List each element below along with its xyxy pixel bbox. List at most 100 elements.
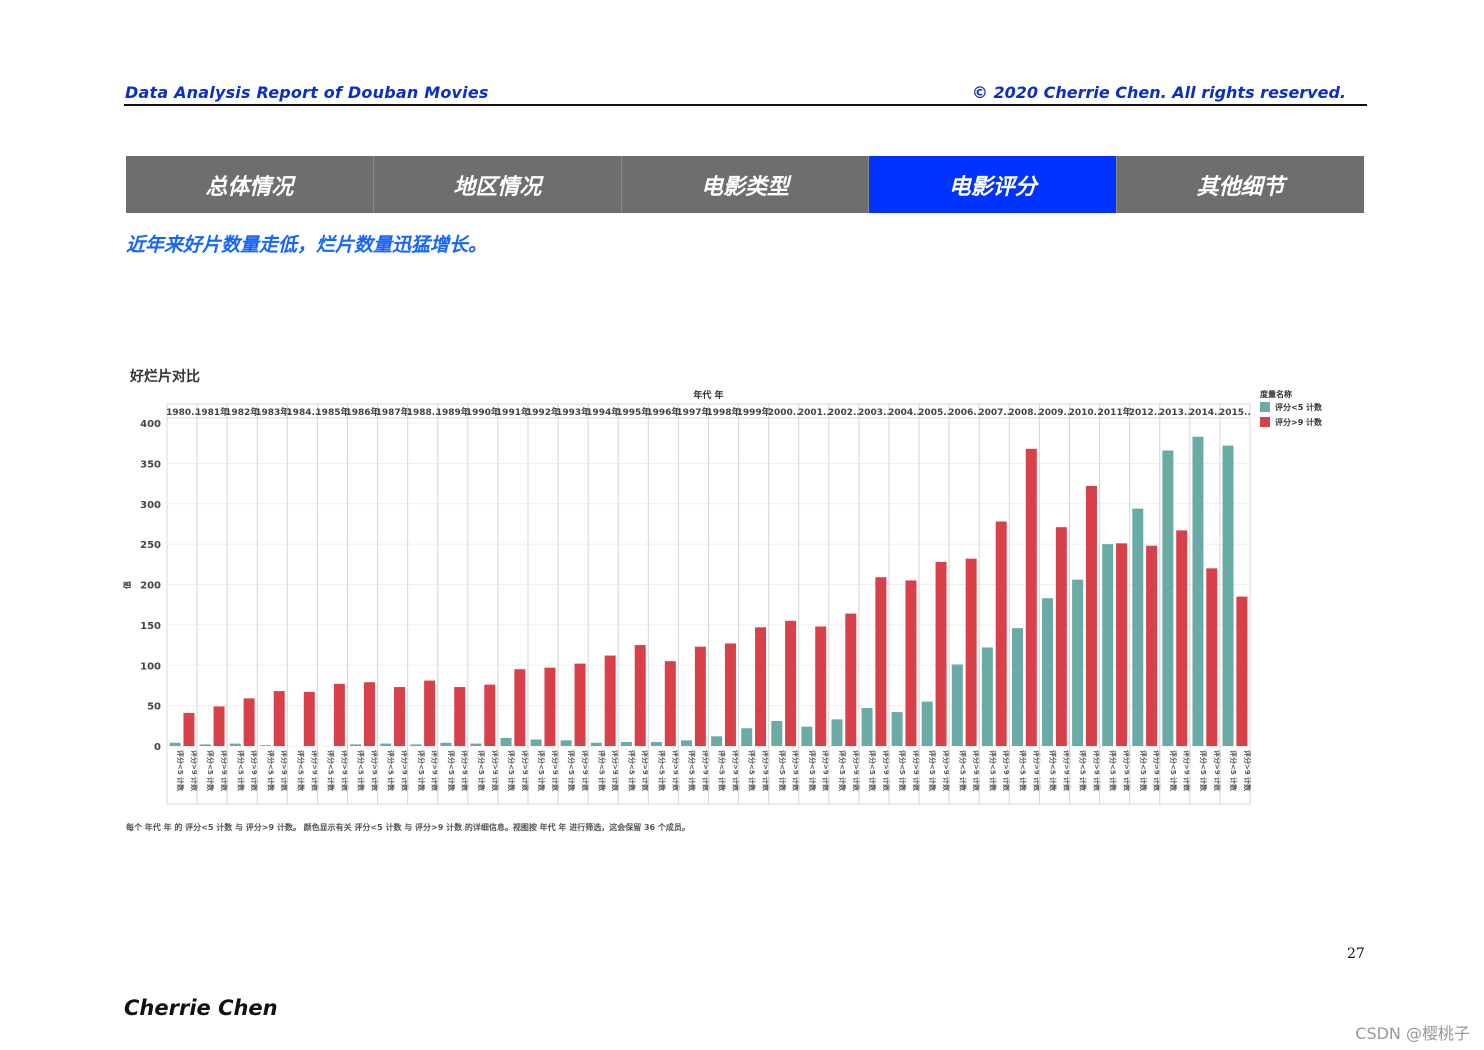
category-label: 1985年: [315, 406, 349, 418]
sub-category-label: 评分<5 计数: [357, 750, 366, 792]
sub-category-label: 评分>9 计数: [310, 750, 319, 792]
bar-low-rating: [410, 744, 422, 746]
bar-low-rating: [921, 701, 933, 746]
bar-high-rating: [724, 643, 736, 746]
y-tick-label: 100: [140, 661, 161, 672]
bar-low-rating: [440, 742, 452, 746]
bar-high-rating: [1116, 543, 1128, 746]
sub-category-label: 评分<5 计数: [567, 750, 576, 792]
sub-category-label: 评分<5 计数: [477, 750, 486, 792]
sub-category-label: 评分<5 计数: [778, 750, 787, 792]
sub-category-label: 评分>9 计数: [611, 750, 620, 792]
bar-low-rating: [229, 743, 241, 746]
sub-category-label: 评分>9 计数: [340, 750, 349, 792]
bar-high-rating: [243, 698, 255, 746]
headline: 近年来好片数量走低，烂片数量迅猛增长。: [126, 234, 488, 256]
sub-category-label: 评分<5 计数: [718, 750, 727, 792]
sub-category-label: 评分>9 计数: [250, 750, 259, 792]
tab-overview[interactable]: 总体情况: [126, 156, 374, 213]
sub-category-label: 评分<5 计数: [176, 750, 185, 792]
sub-category-label: 评分<5 计数: [1139, 750, 1148, 792]
bar-high-rating: [183, 712, 195, 746]
tab-genre[interactable]: 电影类型: [621, 156, 870, 213]
sub-category-label: 评分>9 计数: [1213, 750, 1222, 792]
sub-category-label: 评分>9 计数: [822, 750, 831, 792]
bar-low-rating: [199, 744, 211, 746]
bar-low-rating: [801, 726, 813, 746]
copyright-notice: © 2020 Cherrie Chen. All rights reserved…: [971, 83, 1346, 102]
sub-category-label: 评分>9 计数: [431, 750, 440, 792]
bar-high-rating: [273, 691, 285, 746]
bar-low-rating: [951, 664, 963, 746]
bar-high-rating: [1025, 448, 1037, 746]
chart-title: 好烂片对比: [130, 369, 200, 385]
bar-high-rating: [1176, 530, 1188, 746]
sub-category-label: 评分<5 计数: [1169, 750, 1178, 792]
category-label: 1993年: [556, 406, 590, 418]
category-label: 1986年: [346, 406, 380, 418]
sub-category-label: 评分>9 计数: [581, 750, 590, 792]
bar-high-rating: [424, 680, 436, 746]
bar-low-rating: [771, 720, 783, 746]
category-label: 2015..: [1219, 408, 1251, 418]
sub-category-label: 评分>9 计数: [671, 750, 680, 792]
bar-high-rating: [995, 521, 1007, 746]
sub-category-label: 评分>9 计数: [882, 750, 891, 792]
bar-high-rating: [1055, 527, 1067, 746]
sub-category-label: 评分>9 计数: [370, 750, 379, 792]
y-tick-label: 150: [140, 621, 161, 632]
y-tick-label: 400: [140, 419, 161, 430]
bar-low-rating: [350, 744, 362, 746]
bar-low-rating: [650, 741, 662, 746]
category-label: 1989年: [436, 406, 470, 418]
bar-high-rating: [213, 706, 225, 746]
bar-low-rating: [259, 745, 271, 746]
bar-low-rating: [169, 742, 181, 746]
sub-category-label: 评分<5 计数: [387, 750, 396, 792]
legend-swatch: [1260, 417, 1270, 427]
bar-high-rating: [394, 687, 406, 746]
sub-category-label: 评分>9 计数: [852, 750, 861, 792]
y-tick-label: 200: [140, 581, 161, 592]
sub-category-label: 评分<5 计数: [688, 750, 697, 792]
bar-high-rating: [905, 580, 917, 746]
bar-low-rating: [741, 728, 753, 746]
sub-category-label: 评分>9 计数: [1062, 750, 1071, 792]
category-label: 2000..: [768, 408, 800, 418]
bar-high-rating: [845, 613, 857, 746]
legend-swatch: [1260, 402, 1270, 412]
category-label: 1996年: [646, 406, 680, 418]
bar-high-rating: [875, 577, 887, 746]
sub-category-label: 评分>9 计数: [731, 750, 740, 792]
y-axis-title: 值: [122, 581, 132, 589]
author-signature: Cherrie Chen: [124, 996, 278, 1020]
sub-category-label: 评分>9 计数: [1183, 750, 1192, 792]
sub-category-label: 评分>9 计数: [1092, 750, 1101, 792]
legend-title: 度量名称: [1260, 389, 1292, 399]
category-label: 1983年: [255, 406, 289, 418]
category-label: 2010..: [1069, 408, 1101, 418]
bar-low-rating: [1222, 445, 1234, 746]
sub-category-label: 评分>9 计数: [942, 750, 951, 792]
sub-category-label: 评分>9 计数: [551, 750, 560, 792]
bar-high-rating: [484, 684, 496, 746]
category-label: 1998年: [707, 406, 741, 418]
bar-low-rating: [681, 740, 693, 746]
bar-high-rating: [604, 655, 616, 746]
category-label: 1994年: [586, 406, 620, 418]
tab-region[interactable]: 地区情况: [373, 156, 622, 213]
sub-category-label: 评分<5 计数: [748, 750, 757, 792]
y-tick-label: 300: [140, 500, 161, 511]
bar-low-rating: [1162, 450, 1174, 746]
bar-high-rating: [333, 683, 345, 746]
sub-category-label: 评分<5 计数: [838, 750, 847, 792]
bar-high-rating: [815, 626, 827, 746]
top-axis-title: 年代 年: [693, 389, 723, 401]
bar-low-rating: [1102, 544, 1114, 746]
category-label: 1988..: [407, 408, 439, 418]
tab-rating[interactable]: 电影评分: [869, 156, 1118, 213]
sub-category-label: 评分<5 计数: [898, 750, 907, 792]
chart-footnote: 每个 年代 年 的 评分<5 计数 与 评分>9 计数。 颜色显示有关 评分<5…: [126, 823, 690, 832]
category-label: 2005..: [918, 408, 950, 418]
tab-other-details[interactable]: 其他细节: [1117, 156, 1364, 213]
